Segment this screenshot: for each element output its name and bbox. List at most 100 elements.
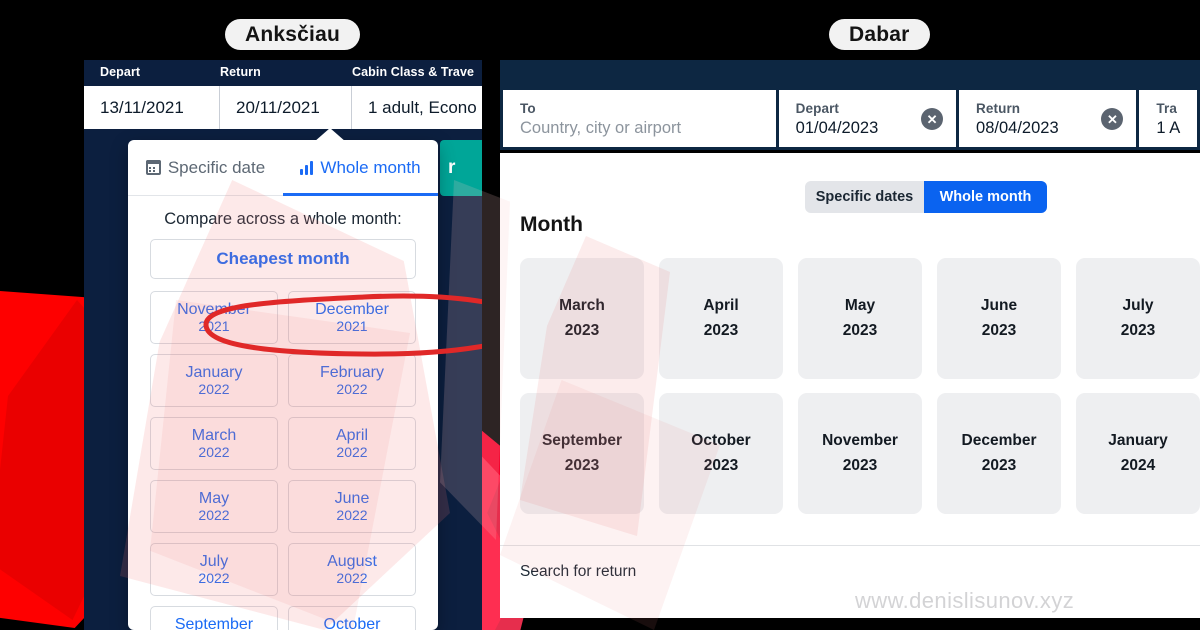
before-month-cell[interactable]: December 2021 [288,291,416,344]
after-month-cell[interactable]: September 2023 [520,393,644,514]
after-month-name: October [691,432,751,450]
after-month-year: 2023 [842,321,878,339]
after-field-caption: To [520,101,536,116]
after-month-cell[interactable]: March 2023 [520,258,644,379]
after-month-cell[interactable]: April 2023 [659,258,783,379]
before-panel: Depart Return Cabin Class & Trave 13/11/… [84,60,482,630]
caption-after: Dabar [829,19,930,50]
caption-before: Anksčiau [225,19,360,50]
before-month-name: February [319,363,385,381]
before-search-bar-values: 13/11/2021 20/11/2021 1 adult, Econo [84,86,482,129]
before-month-name: August [327,552,377,570]
after-month-year: 2023 [564,456,600,474]
before-month-name: July [199,552,229,570]
after-footer-divider [500,545,1200,546]
before-compare-text: Compare across a whole month: [164,210,402,228]
after-field-tra[interactable]: Tra 1 A [1139,90,1197,147]
before-month-year: 2022 [336,569,368,586]
before-month-year: 2022 [198,443,230,460]
before-cabin-label: Cabin Class & Trave [352,65,475,79]
before-month-name: March [191,426,237,444]
after-month-year: 2023 [703,456,739,474]
before-search-bar-labels: Depart Return Cabin Class & Trave [84,60,482,86]
before-month-cell[interactable]: May 2022 [150,480,278,533]
after-month-cell[interactable]: May 2023 [798,258,922,379]
tab-specific-date-label: Specific date [167,157,266,177]
before-month-grid: November 2021 December 2021 January 2022 Febru… [128,291,438,630]
tab-whole-month[interactable]: Whole month [283,140,438,196]
after-month-year: 2023 [1120,321,1156,339]
before-depart-field[interactable]: 13/11/2021 [84,86,220,129]
search-for-return-link[interactable]: Search for return [520,563,636,581]
after-field-to[interactable]: To Country, city or airport [503,90,776,147]
before-month-year: 2022 [198,380,230,397]
after-month-year: 2024 [1120,456,1156,474]
before-month-year: 2022 [336,443,368,460]
after-date-mode-toggle: Specific dates Whole month [805,181,1047,213]
tab-specific-date[interactable]: Specific date [128,140,283,195]
after-month-heading: Month [520,213,583,236]
clear-icon[interactable]: ✕ [921,108,944,130]
after-month-year: 2023 [842,456,878,474]
toggle-specific-dates[interactable]: Specific dates [805,181,924,213]
before-cabin-field[interactable]: 1 adult, Econo [352,86,482,129]
after-month-cell[interactable]: October 2023 [659,393,783,514]
before-month-cell[interactable]: October2022 [288,606,416,630]
after-search-bar: To Country, city or airport Depart 01/04/20… [500,90,1200,150]
after-month-year: 2023 [703,321,739,339]
after-month-cell[interactable]: November 2023 [798,393,922,514]
after-month-cell[interactable]: July 2023 [1076,258,1200,379]
before-return-field[interactable]: 20/11/2021 [220,86,352,129]
before-search-button[interactable]: r [440,140,482,196]
before-dropdown-tabs: Specific date Whole month [128,140,438,196]
before-month-dropdown: Specific date Whole month Compare across… [128,140,438,630]
after-month-year: 2023 [981,456,1017,474]
after-month-year: 2023 [981,321,1017,339]
before-month-year: 2022 [336,506,368,523]
before-month-name: June [334,489,370,507]
toggle-whole-month[interactable]: Whole month [924,181,1047,213]
before-month-cell[interactable]: November 2021 [150,291,278,344]
after-month-name: May [844,297,876,315]
dropdown-caret [314,128,346,142]
calendar-icon [145,160,161,175]
before-month-cell[interactable]: June 2022 [288,480,416,533]
after-month-cell[interactable]: June 2023 [937,258,1061,379]
after-month-cell[interactable]: December 2023 [937,393,1061,514]
after-month-grid: March 2023 April 2023 May 2023 June 2023 July 202… [520,258,1200,514]
before-month-year: 2022 [198,569,230,586]
after-month-cell[interactable]: January 2024 [1076,393,1200,514]
after-month-name: April [703,297,739,315]
after-topbar [500,60,1200,90]
after-field-depart[interactable]: Depart 01/04/2023 ✕ [778,90,957,147]
before-month-year: 2022 [198,506,230,523]
before-month-name: December [315,300,389,318]
before-month-year: 2021 [336,317,368,334]
before-month-cell[interactable]: January 2022 [150,354,278,407]
before-month-name: April [335,426,368,444]
after-field-return[interactable]: Return 08/04/2023 ✕ [959,90,1137,147]
before-month-cell[interactable]: April 2022 [288,417,416,470]
after-field-caption: Tra [1156,101,1177,116]
before-month-name: November [177,300,251,318]
before-month-cell[interactable]: July 2022 [150,543,278,596]
after-month-name: November [822,432,898,450]
after-month-name: December [961,432,1037,450]
after-month-name: January [1108,432,1168,450]
after-month-name: March [559,297,605,315]
before-month-name: September [174,615,254,630]
cheapest-month-button[interactable]: Cheapest month [150,239,416,279]
watermark: www.denislisunov.xyz [855,588,1075,613]
after-month-name: July [1122,297,1154,315]
before-month-cell[interactable]: August 2022 [288,543,416,596]
before-month-name: January [185,363,243,381]
before-month-year: 2021 [198,317,230,334]
before-month-cell[interactable]: February 2022 [288,354,416,407]
before-month-cell[interactable]: March 2022 [150,417,278,470]
before-month-cell[interactable]: September2022 [150,606,278,630]
after-month-name: September [541,432,623,450]
before-depart-label: Depart [100,65,141,79]
before-month-name: May [198,489,230,507]
before-month-year: 2022 [336,380,368,397]
after-field-value: 1 A [1156,119,1181,137]
